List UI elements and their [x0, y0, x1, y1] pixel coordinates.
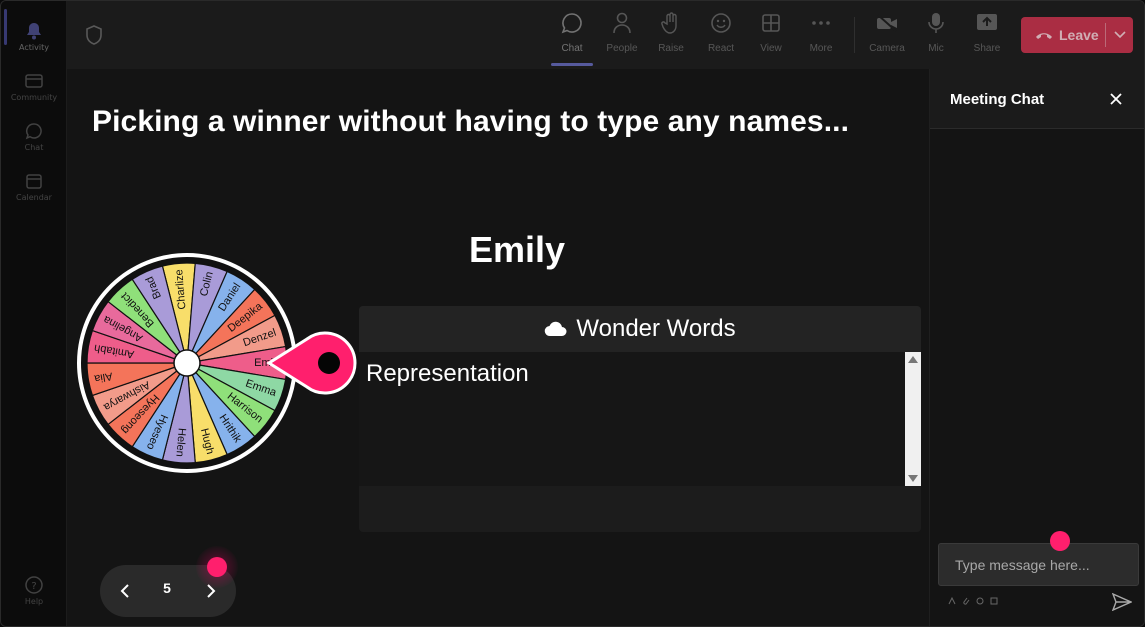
rail-item-label: Community [10, 92, 58, 102]
grid-icon [760, 11, 782, 35]
rail-item-label: Activity [19, 42, 49, 52]
chat-message-input[interactable]: Type message here... [938, 543, 1139, 586]
chevron-left-icon[interactable] [116, 581, 136, 601]
leave-label: Leave [1059, 27, 1099, 43]
chat-format-tools [948, 597, 998, 605]
rail-item-community[interactable]: Community [1, 61, 67, 111]
toolbar-label: People [606, 43, 638, 54]
rail-item-chat[interactable]: Chat [1, 111, 67, 161]
rail-item-label: Help [24, 596, 44, 606]
spinner-wheel-graphic[interactable]: CharlizeColinDanielDeepikaDenzelEmilyEmm… [73, 247, 363, 483]
pointer-dot [1050, 531, 1070, 551]
toolbar-people-button[interactable]: People [598, 11, 646, 63]
leave-button[interactable]: Leave [1021, 17, 1133, 53]
wonder-words-scrollbar[interactable] [905, 352, 921, 486]
wonder-words-panel: Wonder Words Representation [359, 306, 921, 532]
toolbar-chat-button[interactable]: Chat [548, 11, 596, 63]
phone-hangup-icon [1036, 33, 1052, 39]
scroll-down-arrow-icon[interactable] [908, 475, 918, 482]
leave-divider [1105, 23, 1106, 47]
app-rail: Activity Community Chat Calendar ? Help [1, 1, 67, 626]
mic-icon [925, 11, 947, 35]
wonder-words-textarea[interactable]: Representation [359, 352, 905, 486]
name-wheel[interactable]: CharlizeColinDanielDeepikaDenzelEmilyEmm… [73, 247, 363, 483]
shared-content-stage: Picking a winner without having to type … [67, 69, 929, 626]
wheel-slice-label: Helen [173, 428, 187, 458]
share-icon [976, 11, 998, 35]
wonder-words-title: Wonder Words [576, 315, 736, 342]
hand-icon [660, 11, 682, 35]
toolbar-label: Camera [869, 43, 905, 54]
rail-item-calendar[interactable]: Calendar [1, 161, 67, 211]
toolbar-label: Share [973, 43, 1001, 54]
wheel-pointer-hole [318, 352, 340, 374]
toolbar-label: Chat [561, 43, 583, 54]
meeting-chat-panel: Meeting Chat Type message here... [929, 69, 1144, 626]
pointer-dot [207, 557, 227, 577]
rail-item-label: Chat [24, 142, 44, 152]
rail-item-help[interactable]: ? Help [1, 565, 67, 615]
toolbar-react-button[interactable]: React [697, 11, 745, 63]
camera-off-icon [876, 11, 898, 35]
people-icon [611, 11, 633, 35]
close-icon[interactable] [1108, 91, 1124, 107]
wonder-words-value: Representation [366, 360, 529, 387]
toolbar-camera-button[interactable]: Camera [863, 11, 911, 63]
chat-icon [561, 11, 583, 35]
toolbar-separator [854, 17, 855, 53]
toolbar-more-button[interactable]: More [797, 11, 845, 63]
toolbar-share-button[interactable]: Share [963, 11, 1011, 63]
page-number: 5 [163, 580, 171, 596]
shield-icon [85, 25, 103, 45]
gif-icon[interactable] [990, 597, 998, 605]
toolbar-label: Raise [658, 43, 684, 54]
community-icon [24, 71, 44, 91]
rail-item-activity[interactable]: Activity [1, 11, 67, 61]
cloud-icon [545, 321, 567, 337]
toolbar-label: More [809, 43, 833, 54]
more-icon [810, 11, 832, 35]
wonder-words-header: Wonder Words [359, 306, 921, 352]
bell-icon [24, 21, 44, 41]
toolbar-label: View [760, 43, 782, 54]
calendar-icon [24, 171, 44, 191]
toolbar-label: Mic [928, 43, 944, 54]
toolbar-mic-button[interactable]: Mic [912, 11, 960, 63]
svg-text:?: ? [31, 581, 36, 592]
chat-icon [24, 121, 44, 141]
chat-header: Meeting Chat [930, 69, 1144, 129]
chat-title: Meeting Chat [950, 91, 1045, 108]
emoji-icon[interactable] [976, 597, 984, 605]
active-tab-indicator [551, 63, 593, 66]
format-icon[interactable] [948, 597, 956, 605]
toolbar-raise-button[interactable]: Raise [647, 11, 695, 63]
help-icon: ? [24, 575, 44, 595]
toolbar-view-button[interactable]: View [747, 11, 795, 63]
scroll-up-arrow-icon[interactable] [908, 356, 918, 363]
meeting-toolbar: Chat People Raise React View More Camera [67, 1, 1144, 69]
meeting-window: Activity Community Chat Calendar ? Help [0, 0, 1145, 627]
winner-name: Emily [469, 229, 566, 270]
toolbar-label: React [707, 43, 735, 54]
page-title: Picking a winner without having to type … [92, 105, 850, 138]
attach-icon[interactable] [962, 597, 970, 605]
smiley-icon [710, 11, 732, 35]
chevron-down-icon[interactable] [1113, 27, 1127, 41]
rail-item-label: Calendar [16, 192, 52, 202]
send-icon[interactable] [1112, 593, 1132, 611]
